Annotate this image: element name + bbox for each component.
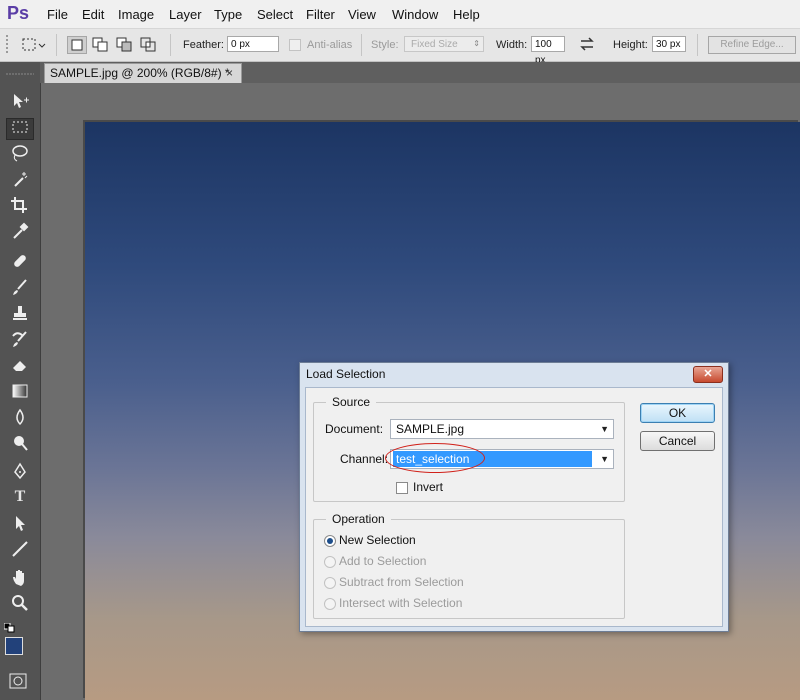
chevron-down-icon: ▼ [600,454,609,464]
pen-tool-icon[interactable] [6,462,34,484]
dialog-body: Source Document: SAMPLE.jpg ▼ Channel: t… [305,387,723,627]
document-label: Document: [325,422,384,436]
document-tab[interactable]: SAMPLE.jpg @ 200% (RGB/8#) * × [44,63,242,83]
document-select[interactable]: SAMPLE.jpg ▼ [390,419,614,439]
move-tool-icon[interactable] [6,92,34,114]
eyedropper-tool-icon[interactable] [6,222,34,244]
dodge-tool-icon[interactable] [6,434,34,456]
intersect-with-selection-label: Intersect with Selection [339,596,463,610]
cancel-button[interactable]: Cancel [640,431,715,451]
menu-window[interactable]: Window [392,7,438,22]
feather-label: Feather: [183,39,224,51]
invert-label: Invert [413,480,444,494]
dialog-title: Load Selection [306,367,386,381]
updown-arrow-icon: ⇕ [473,39,480,48]
blur-tool-icon[interactable] [6,408,34,430]
path-selection-tool-icon[interactable] [6,514,34,536]
separator [697,34,698,56]
width-input[interactable]: 100 px [531,36,565,66]
style-select-value: Fixed Size [411,39,458,50]
operation-group: Operation New Selection Add to Selection… [313,512,625,619]
channel-select-value: test_selection [393,451,592,467]
chevron-down-icon: ▼ [600,424,609,434]
menu-image[interactable]: Image [118,7,154,22]
swap-dimensions-icon[interactable] [578,35,598,53]
intersect-selection-mode-icon[interactable] [139,36,159,54]
default-colors-icon[interactable] [3,622,16,633]
new-selection-mode-icon[interactable] [67,36,87,54]
subtract-from-selection-radio[interactable] [324,577,336,589]
grip-handle[interactable] [5,33,17,53]
source-group: Source Document: SAMPLE.jpg ▼ Channel: t… [313,395,625,502]
new-selection-radio[interactable] [324,535,336,547]
toolbox-grip[interactable] [4,66,36,75]
lasso-tool-icon[interactable] [6,144,34,166]
menu-help[interactable]: Help [453,7,480,22]
dialog-close-button[interactable]: ✕ [693,366,723,383]
menu-bar: Ps File Edit Image Layer Type Select Fil… [0,0,800,29]
style-label: Style: [371,39,399,51]
separator [170,34,171,56]
refine-edge-button[interactable]: Refine Edge... [708,36,796,54]
intersect-with-selection-radio[interactable] [324,598,336,610]
width-label: Width: [496,39,528,51]
add-to-selection-radio[interactable] [324,556,336,568]
add-to-selection-label: Add to Selection [339,554,427,568]
load-selection-dialog: Load Selection ✕ Source Document: SAMPLE… [299,362,729,632]
marquee-preset-icon[interactable] [20,36,48,54]
menu-view[interactable]: View [348,7,376,22]
rectangular-marquee-tool-icon[interactable] [6,118,34,140]
menu-filter[interactable]: Filter [306,7,335,22]
menu-file[interactable]: File [47,7,68,22]
height-input[interactable]: 30 px [652,36,686,52]
toolbox: T [0,62,41,700]
brush-tool-icon[interactable] [6,278,34,300]
subtract-from-selection-label: Subtract from Selection [339,575,464,589]
separator [56,34,57,56]
document-select-value: SAMPLE.jpg [396,422,465,436]
clone-stamp-tool-icon[interactable] [6,304,34,326]
ok-button[interactable]: OK [640,403,715,423]
anti-alias-checkbox[interactable] [289,39,301,51]
tab-close-icon[interactable]: × [226,64,233,83]
channel-select[interactable]: test_selection ▼ [390,449,614,469]
foreground-color-swatch[interactable] [5,637,23,655]
anti-alias-label: Anti-alias [307,39,353,51]
history-brush-tool-icon[interactable] [6,330,34,352]
photoshop-logo: Ps [7,3,30,23]
zoom-tool-icon[interactable] [6,594,34,616]
eraser-tool-icon[interactable] [6,356,34,378]
feather-input[interactable]: 0 px [227,36,279,52]
add-selection-mode-icon[interactable] [91,36,111,54]
height-label: Height: [613,39,648,51]
menu-layer[interactable]: Layer [169,7,202,22]
healing-brush-tool-icon[interactable] [6,252,34,274]
menu-select[interactable]: Select [257,7,293,22]
gradient-tool-icon[interactable] [6,382,34,404]
source-legend: Source [326,395,377,409]
menu-type[interactable]: Type [214,7,242,22]
channel-label: Channel: [340,452,389,466]
operation-legend: Operation [326,512,391,526]
menu-edit[interactable]: Edit [82,7,104,22]
separator [361,34,362,56]
style-select[interactable]: Fixed Size ⇕ [404,36,484,52]
new-selection-label: New Selection [339,533,416,547]
options-bar: Feather: 0 px Anti-alias Style: Fixed Si… [0,29,800,66]
subtract-selection-mode-icon[interactable] [115,36,135,54]
magic-wand-tool-icon[interactable] [6,170,34,192]
crop-tool-icon[interactable] [6,196,34,218]
line-tool-icon[interactable] [6,540,34,562]
type-tool-icon[interactable]: T [6,488,34,510]
hand-tool-icon[interactable] [6,568,34,590]
quick-mask-icon[interactable] [4,670,32,692]
document-tab-title: SAMPLE.jpg @ 200% (RGB/8#) * [50,66,230,80]
invert-checkbox[interactable] [396,482,408,494]
